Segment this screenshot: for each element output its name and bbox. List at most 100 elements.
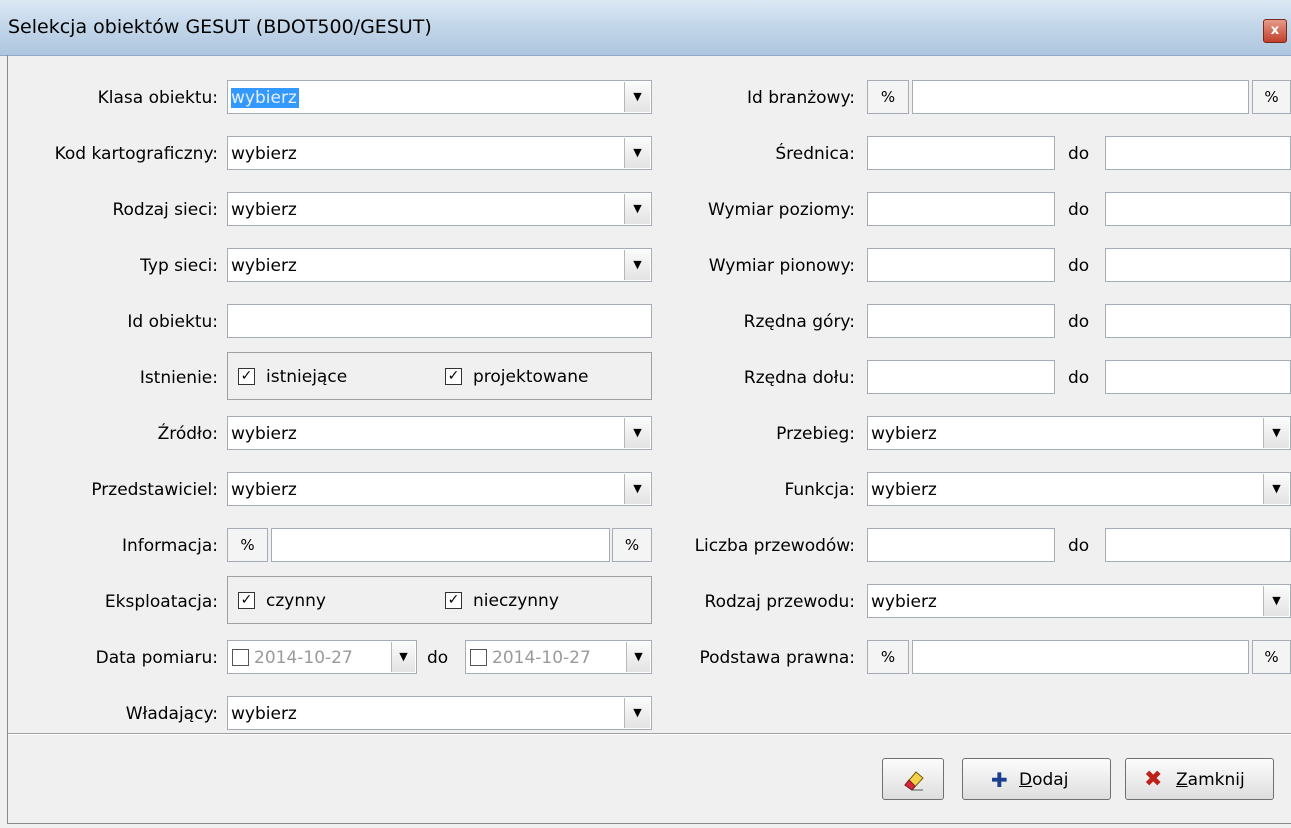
window-title: Selekcja obiektów GESUT (BDOT500/GESUT) — [8, 16, 432, 38]
funkcja-combo[interactable]: wybierz ▼ — [867, 472, 1291, 506]
rodzaj-sieci-label: Rodzaj sieci: — [112, 200, 218, 220]
wladajacy-label: Władający: — [125, 704, 218, 724]
dodaj-button-label: Dodaj — [1019, 770, 1069, 790]
istniejace-checkbox-label[interactable]: istniejące — [266, 367, 347, 387]
rodzaj-sieci-combo-value: wybierz — [231, 200, 297, 220]
chevron-down-icon[interactable]: ▼ — [1263, 474, 1289, 504]
close-x-icon: ✖ — [1144, 767, 1163, 792]
chevron-down-icon[interactable]: ▼ — [624, 82, 650, 112]
kod-label: Kod kartograficzny: — [54, 144, 218, 164]
przedstawiciel-label: Przedstawiciel: — [91, 480, 218, 500]
zamknij-button[interactable]: ✖ Zamknij — [1125, 758, 1274, 800]
informacja-prefix-wildcard[interactable]: % — [227, 528, 268, 562]
data-do-value: 2014-10-27 — [492, 648, 591, 668]
calendar-dropdown-icon[interactable]: ▼ — [391, 642, 415, 672]
clear-button[interactable] — [882, 758, 944, 800]
srednica-label: Średnica: — [775, 144, 855, 164]
informacja-label: Informacja: — [121, 536, 218, 556]
data-do-label: do — [427, 648, 449, 668]
kod-combo-value: wybierz — [231, 144, 297, 164]
data-do-picker[interactable]: 2014-10-27 ▼ — [465, 640, 652, 674]
rodzaj-sieci-combo[interactable]: wybierz ▼ — [227, 192, 652, 226]
wymiar-pionowy-do-field[interactable] — [1105, 248, 1291, 282]
typ-sieci-combo-value: wybierz — [231, 256, 297, 276]
data-od-checkbox[interactable] — [232, 649, 249, 666]
chevron-down-icon[interactable]: ▼ — [624, 418, 650, 448]
nieczynny-checkbox-label[interactable]: nieczynny — [473, 591, 559, 611]
zrodlo-label: Źródło: — [157, 424, 218, 444]
przedstawiciel-combo-value: wybierz — [231, 480, 297, 500]
window-titlebar: Selekcja obiektów GESUT (BDOT500/GESUT) … — [0, 0, 1291, 56]
id-obiektu-label: Id obiektu: — [127, 312, 218, 332]
id-branzowy-field[interactable] — [912, 80, 1249, 114]
data-od-picker[interactable]: 2014-10-27 ▼ — [227, 640, 417, 674]
chevron-down-icon[interactable]: ▼ — [624, 138, 650, 168]
id-branzowy-prefix-wildcard[interactable]: % — [867, 80, 909, 114]
nieczynny-checkbox[interactable]: ✓ — [445, 592, 462, 609]
zrodlo-combo[interactable]: wybierz ▼ — [227, 416, 652, 450]
data-od-value: 2014-10-27 — [254, 648, 353, 668]
rzedna-gory-do-label: do — [1068, 312, 1090, 332]
klasa-combo-value: wybierz — [231, 88, 299, 108]
data-do-checkbox[interactable] — [470, 649, 487, 666]
chevron-down-icon[interactable]: ▼ — [1263, 418, 1289, 448]
czynny-checkbox[interactable]: ✓ — [238, 592, 255, 609]
funkcja-label: Funkcja: — [784, 480, 855, 500]
typ-sieci-combo[interactable]: wybierz ▼ — [227, 248, 652, 282]
srednica-do-field[interactable] — [1105, 136, 1291, 170]
informacja-suffix-wildcard[interactable]: % — [612, 528, 652, 562]
chevron-down-icon[interactable]: ▼ — [624, 194, 650, 224]
chevron-down-icon[interactable]: ▼ — [624, 698, 650, 728]
funkcja-combo-value: wybierz — [871, 480, 937, 500]
srednica-od-field[interactable] — [867, 136, 1055, 170]
rodzaj-przewodu-combo[interactable]: wybierz ▼ — [867, 584, 1291, 618]
projektowane-checkbox[interactable]: ✓ — [445, 368, 462, 385]
podstawa-prawna-label: Podstawa prawna: — [699, 648, 855, 668]
dodaj-button[interactable]: ✚ Dodaj — [962, 758, 1111, 800]
plus-icon: ✚ — [991, 768, 1008, 792]
podstawa-prawna-field[interactable] — [912, 640, 1249, 674]
wymiar-pionowy-od-field[interactable] — [867, 248, 1055, 282]
klasa-label: Klasa obiektu: — [97, 88, 218, 108]
projektowane-checkbox-label[interactable]: projektowane — [473, 367, 588, 387]
przedstawiciel-combo[interactable]: wybierz ▼ — [227, 472, 652, 506]
rzedna-gory-do-field[interactable] — [1105, 304, 1291, 338]
chevron-down-icon[interactable]: ▼ — [1263, 586, 1289, 616]
eksploatacja-label: Eksploatacja: — [104, 592, 218, 612]
liczba-przewodow-do-label: do — [1068, 536, 1090, 556]
id-branzowy-suffix-wildcard[interactable]: % — [1252, 80, 1291, 114]
liczba-przewodow-do-field[interactable] — [1105, 528, 1291, 562]
chevron-down-icon[interactable]: ▼ — [624, 474, 650, 504]
przebieg-combo[interactable]: wybierz ▼ — [867, 416, 1291, 450]
calendar-dropdown-icon[interactable]: ▼ — [626, 642, 650, 672]
czynny-checkbox-label[interactable]: czynny — [266, 591, 326, 611]
informacja-field[interactable] — [271, 528, 610, 562]
chevron-down-icon[interactable]: ▼ — [624, 250, 650, 280]
window-close-button[interactable]: x — [1263, 19, 1287, 43]
eksploatacja-group: ✓ czynny ✓ nieczynny — [227, 576, 652, 624]
przebieg-label: Przebieg: — [776, 424, 855, 444]
wymiar-poziomy-od-field[interactable] — [867, 192, 1055, 226]
podstawa-prefix-wildcard[interactable]: % — [867, 640, 909, 674]
istniejace-checkbox[interactable]: ✓ — [238, 368, 255, 385]
rzedna-dolu-od-field[interactable] — [867, 360, 1055, 394]
typ-sieci-label: Typ sieci: — [140, 256, 218, 276]
podstawa-suffix-wildcard[interactable]: % — [1252, 640, 1291, 674]
rzedna-dolu-do-field[interactable] — [1105, 360, 1291, 394]
rzedna-dolu-label: Rzędna dołu: — [743, 368, 855, 388]
rzedna-gory-label: Rzędna góry: — [743, 312, 855, 332]
kod-combo[interactable]: wybierz ▼ — [227, 136, 652, 170]
istnienie-group: ✓ istniejące ✓ projektowane — [227, 352, 652, 400]
wladajacy-combo[interactable]: wybierz ▼ — [227, 696, 652, 730]
klasa-combo[interactable]: wybierz ▼ — [227, 80, 652, 114]
liczba-przewodow-label: Liczba przewodów: — [694, 536, 855, 556]
rodzaj-przewodu-combo-value: wybierz — [871, 592, 937, 612]
id-branzowy-label: Id branżowy: — [747, 88, 855, 108]
rodzaj-przewodu-label: Rodzaj przewodu: — [704, 592, 855, 612]
id-obiektu-field[interactable] — [227, 304, 652, 338]
rzedna-gory-od-field[interactable] — [867, 304, 1055, 338]
liczba-przewodow-od-field[interactable] — [867, 528, 1055, 562]
wymiar-poziomy-do-field[interactable] — [1105, 192, 1291, 226]
wymiar-pionowy-label: Wymiar pionowy: — [708, 256, 855, 276]
przebieg-combo-value: wybierz — [871, 424, 937, 444]
